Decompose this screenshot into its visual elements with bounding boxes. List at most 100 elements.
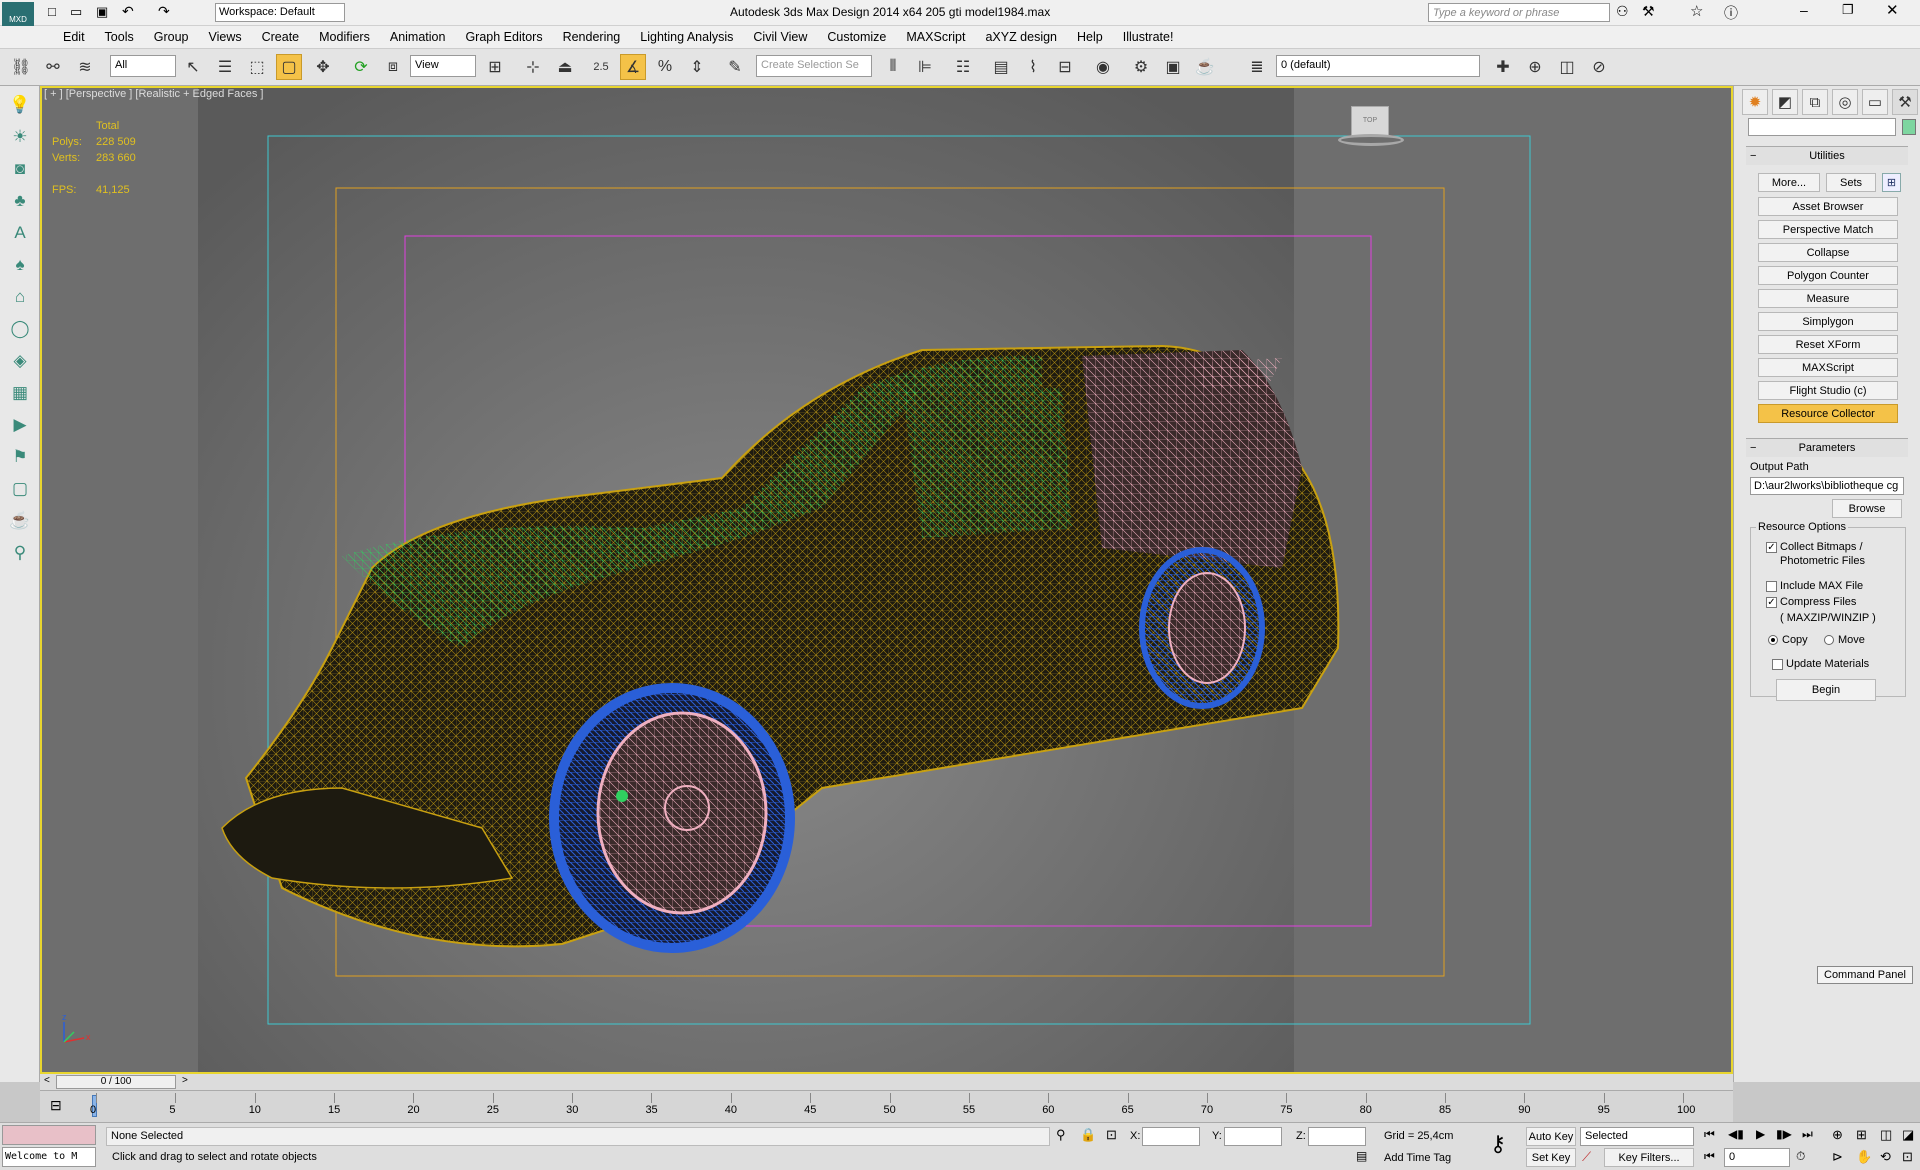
bind-spacewarp-icon[interactable]: ≋ bbox=[72, 54, 98, 80]
menu-item-edit[interactable]: Edit bbox=[53, 26, 95, 48]
open-icon[interactable]: ▭ bbox=[70, 4, 82, 20]
prev-frame-icon[interactable]: ◀▮ bbox=[1728, 1127, 1744, 1141]
output-path-field[interactable]: D:\aur2lworks\bibliotheque cg bbox=[1750, 477, 1904, 495]
maxscript-output[interactable]: Welcome to M bbox=[2, 1147, 96, 1167]
rotate-icon[interactable]: ⟳ bbox=[348, 54, 374, 80]
key-curve-icon[interactable]: ⟋ bbox=[1582, 1149, 1591, 1165]
absolute-mode-icon[interactable]: ⊡ bbox=[1106, 1127, 1117, 1143]
sun-icon[interactable]: ☀ bbox=[6, 124, 34, 150]
menu-item-illustrate[interactable]: Illustrate! bbox=[1113, 26, 1184, 48]
ribbon-icon[interactable]: ▤ bbox=[988, 54, 1014, 80]
move-radio[interactable] bbox=[1824, 635, 1834, 645]
close-icon[interactable]: ✕ bbox=[1886, 1, 1899, 19]
configure-sets-icon[interactable]: ⊞ bbox=[1882, 173, 1901, 192]
viewcube-face[interactable]: TOP bbox=[1351, 106, 1389, 136]
named-selection-dropdown[interactable]: Create Selection Se bbox=[756, 55, 872, 77]
mirror-icon[interactable]: ⫴ bbox=[880, 54, 906, 80]
pivot-icon[interactable]: ⊞ bbox=[482, 54, 508, 80]
time-slider-thumb[interactable]: 0 / 100 bbox=[56, 1075, 176, 1089]
motion-tab-icon[interactable]: ◎ bbox=[1832, 89, 1858, 115]
binoculars-icon[interactable]: ⚇ bbox=[1616, 3, 1629, 20]
collect-bitmaps-checkbox[interactable]: ✓ bbox=[1766, 542, 1777, 553]
maximize-icon[interactable]: ❐ bbox=[1842, 2, 1854, 18]
mesh-icon[interactable]: ◈ bbox=[6, 348, 34, 374]
more-button[interactable]: More... bbox=[1758, 173, 1820, 192]
menu-item-rendering[interactable]: Rendering bbox=[553, 26, 631, 48]
app-logo[interactable]: MXD bbox=[2, 2, 34, 26]
key-filters-button[interactable]: Key Filters... bbox=[1604, 1148, 1694, 1167]
menu-item-views[interactable]: Views bbox=[198, 26, 251, 48]
grid-icon[interactable]: ▦ bbox=[6, 380, 34, 406]
orbit-icon[interactable]: ⟲ bbox=[1880, 1149, 1891, 1165]
utility-button-polygon-counter[interactable]: Polygon Counter bbox=[1758, 266, 1898, 285]
play-icon[interactable]: ▶ bbox=[1756, 1127, 1765, 1141]
include-max-checkbox[interactable] bbox=[1766, 581, 1777, 592]
set-key-button[interactable]: Set Key bbox=[1526, 1148, 1576, 1167]
plant-icon[interactable]: ♠ bbox=[6, 252, 34, 278]
viewport-canvas[interactable] bbox=[42, 88, 1731, 1072]
help-icon[interactable]: ⓘ bbox=[1724, 3, 1738, 23]
render-icon[interactable]: ☕ bbox=[1192, 54, 1218, 80]
menu-item-axyz-design[interactable]: aXYZ design bbox=[975, 26, 1067, 48]
utility-button-maxscript[interactable]: MAXScript bbox=[1758, 358, 1898, 377]
select-by-name-icon[interactable]: ☰ bbox=[212, 54, 238, 80]
modify-tab-icon[interactable]: ◩ bbox=[1772, 89, 1798, 115]
material-editor-icon[interactable]: ◉ bbox=[1090, 54, 1116, 80]
key-mode-icon[interactable]: ⏮ bbox=[1704, 1149, 1715, 1164]
link-icon[interactable]: ⛓ bbox=[8, 54, 34, 80]
maximize-viewport-icon[interactable]: ⊡ bbox=[1902, 1149, 1913, 1165]
auto-key-button[interactable]: Auto Key bbox=[1526, 1127, 1576, 1146]
scale-icon[interactable]: ⧈ bbox=[380, 54, 406, 80]
menu-item-group[interactable]: Group bbox=[144, 26, 199, 48]
schematic-view-icon[interactable]: ⊟ bbox=[1052, 54, 1078, 80]
z-coord-field[interactable] bbox=[1308, 1127, 1366, 1146]
viewcube[interactable]: TOP bbox=[1338, 106, 1404, 150]
menu-item-animation[interactable]: Animation bbox=[380, 26, 456, 48]
goto-end-icon[interactable]: ⏭ bbox=[1802, 1127, 1813, 1142]
layer-manager-icon[interactable]: ☷ bbox=[950, 54, 976, 80]
unlink-icon[interactable]: ⚯ bbox=[40, 54, 66, 80]
layer-highlight-icon[interactable]: ◫ bbox=[1554, 54, 1580, 80]
utility-button-collapse[interactable]: Collapse bbox=[1758, 243, 1898, 262]
percent-snap-icon[interactable]: % bbox=[652, 54, 678, 80]
create-tab-icon[interactable]: ✹ bbox=[1742, 89, 1768, 115]
minimize-icon[interactable]: – bbox=[1800, 2, 1808, 18]
zoom-icon[interactable]: ⊕ bbox=[1832, 1127, 1843, 1143]
save-icon[interactable]: ▣ bbox=[96, 4, 108, 20]
render-setup-icon[interactable]: ⚙ bbox=[1128, 54, 1154, 80]
light-icon[interactable]: 💡 bbox=[6, 92, 34, 118]
layer-dropdown[interactable]: 0 (default) bbox=[1276, 55, 1480, 77]
curve-editor-mini-icon[interactable]: ⊟ bbox=[50, 1097, 62, 1114]
add-time-tag[interactable]: Add Time Tag bbox=[1384, 1152, 1451, 1164]
layer-remove-icon[interactable]: ⊘ bbox=[1586, 54, 1612, 80]
menu-item-tools[interactable]: Tools bbox=[95, 26, 144, 48]
exchange-icon[interactable]: ⚒ bbox=[1642, 3, 1655, 20]
time-next-icon[interactable]: > bbox=[182, 1075, 188, 1086]
utility-button-simplygon[interactable]: Simplygon bbox=[1758, 312, 1898, 331]
keyboard-shortcut-icon[interactable]: ⏏ bbox=[552, 54, 578, 80]
menu-item-civil-view[interactable]: Civil View bbox=[743, 26, 817, 48]
star-icon[interactable]: ☆ bbox=[1690, 2, 1703, 20]
maxscript-listener[interactable] bbox=[2, 1125, 96, 1145]
move-icon[interactable]: ✥ bbox=[310, 54, 336, 80]
sphere-icon[interactable]: ◯ bbox=[6, 316, 34, 342]
current-frame-field[interactable]: 0 bbox=[1724, 1148, 1790, 1167]
utility-button-resource-collector[interactable]: Resource Collector bbox=[1758, 404, 1898, 423]
update-materials-checkbox[interactable] bbox=[1772, 659, 1783, 670]
viewcube-ring[interactable] bbox=[1338, 134, 1404, 146]
object-name-field[interactable] bbox=[1748, 118, 1896, 136]
object-color-swatch[interactable] bbox=[1902, 119, 1916, 135]
copy-radio[interactable] bbox=[1768, 635, 1778, 645]
hierarchy-tab-icon[interactable]: ⧉ bbox=[1802, 89, 1828, 115]
new-icon[interactable]: □ bbox=[48, 4, 56, 19]
utility-button-measure[interactable]: Measure bbox=[1758, 289, 1898, 308]
camera-icon[interactable]: ◙ bbox=[6, 156, 34, 182]
search-input[interactable]: Type a keyword or phrase bbox=[1428, 3, 1610, 22]
undo-icon[interactable]: ↶ bbox=[122, 3, 134, 20]
zoom-extents-icon[interactable]: ◫ bbox=[1880, 1127, 1892, 1143]
redo-icon[interactable]: ↷ bbox=[158, 3, 170, 20]
zoom-extents-all-icon[interactable]: ◪ bbox=[1902, 1127, 1914, 1143]
tree-icon[interactable]: ♣ bbox=[6, 188, 34, 214]
layers-icon[interactable]: ≣ bbox=[1244, 54, 1270, 80]
utilities-tab-icon[interactable]: ⚒ bbox=[1892, 89, 1918, 115]
